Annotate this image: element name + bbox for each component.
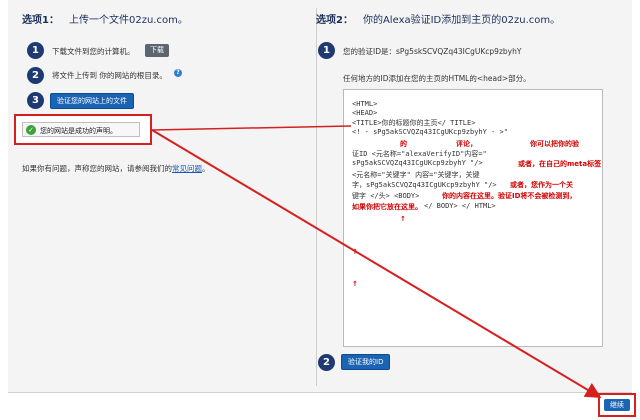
annotation-arrows <box>151 125 602 399</box>
arrow-line <box>151 129 602 399</box>
arrow-line <box>151 125 352 131</box>
